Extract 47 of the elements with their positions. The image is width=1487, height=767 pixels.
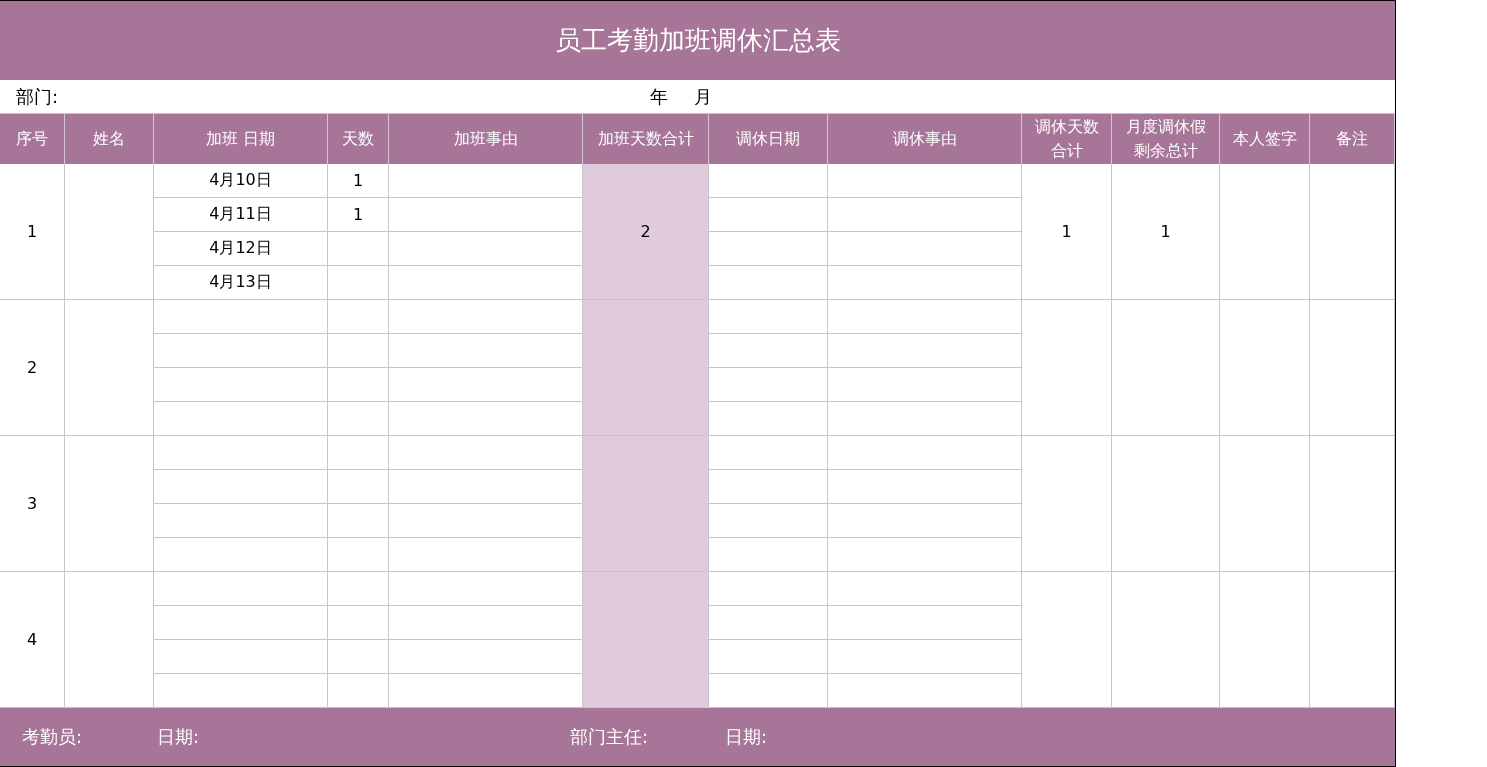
- table-cell: [328, 504, 389, 538]
- table-cell: [328, 674, 389, 708]
- table-cell: [328, 470, 389, 504]
- column-header: 加班 日期: [154, 114, 328, 164]
- table-cell: 2: [583, 164, 709, 300]
- table-cell: [328, 572, 389, 606]
- month-label: 月: [694, 84, 713, 109]
- table-cell: [328, 640, 389, 674]
- table-cell: 4月13日: [154, 266, 328, 300]
- table-cell: 4月10日: [154, 164, 328, 198]
- table-cell: [328, 606, 389, 640]
- table-cell: 1: [1112, 164, 1220, 300]
- table-cell: [328, 266, 389, 300]
- column-header: 调休日期: [709, 114, 828, 164]
- table-cell: 3: [0, 436, 65, 572]
- sheet-title: 员工考勤加班调休汇总表: [0, 1, 1395, 80]
- table-cell: [328, 368, 389, 402]
- table-cell: 1: [0, 164, 65, 300]
- table-cell: 2: [0, 300, 65, 436]
- table-cell: 4月12日: [154, 232, 328, 266]
- table-cell: [328, 402, 389, 436]
- column-header: 备注: [1310, 114, 1395, 164]
- column-header: 加班事由: [389, 114, 583, 164]
- column-header: 本人签字: [1220, 114, 1310, 164]
- column-header: 月度调休假 剩余总计: [1112, 114, 1220, 164]
- table-cell: 4月11日: [154, 198, 328, 232]
- table-cell: [328, 334, 389, 368]
- year-label: 年: [650, 84, 669, 109]
- footer-label: 日期:: [157, 725, 201, 749]
- table-cell: 1: [328, 198, 389, 232]
- footer-label: 日期:: [725, 725, 769, 749]
- footer-label: 考勤员:: [22, 725, 84, 749]
- column-header: 调休天数 合计: [1022, 114, 1112, 164]
- table-cell: 1: [328, 164, 389, 198]
- table-cell: [328, 538, 389, 572]
- table-cell: [328, 300, 389, 334]
- table-cell: [328, 232, 389, 266]
- footer-label: 部门主任:: [570, 725, 650, 749]
- column-header: 加班天数合计: [583, 114, 709, 164]
- department-label: 部门:: [16, 84, 59, 109]
- column-header: 天数: [328, 114, 389, 164]
- column-header: 调休事由: [828, 114, 1022, 164]
- table-cell: 1: [1022, 164, 1112, 300]
- column-header: 序号: [0, 114, 65, 164]
- column-header: 姓名: [65, 114, 154, 164]
- table-cell: [328, 436, 389, 470]
- table-cell: 4: [0, 572, 65, 708]
